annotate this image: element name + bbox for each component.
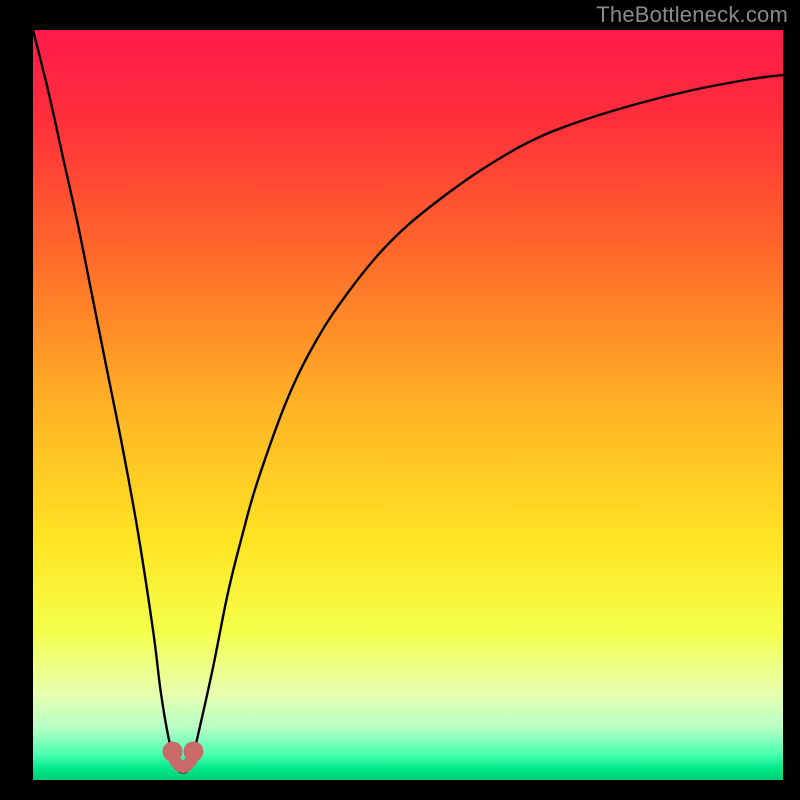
valley-left-dot bbox=[163, 742, 183, 762]
gradient-background bbox=[33, 30, 783, 780]
watermark-text: TheBottleneck.com bbox=[596, 2, 788, 28]
plot-area bbox=[33, 30, 783, 780]
outer-frame: TheBottleneck.com bbox=[0, 0, 800, 800]
chart-svg bbox=[33, 30, 783, 780]
valley-right-dot bbox=[184, 742, 204, 762]
